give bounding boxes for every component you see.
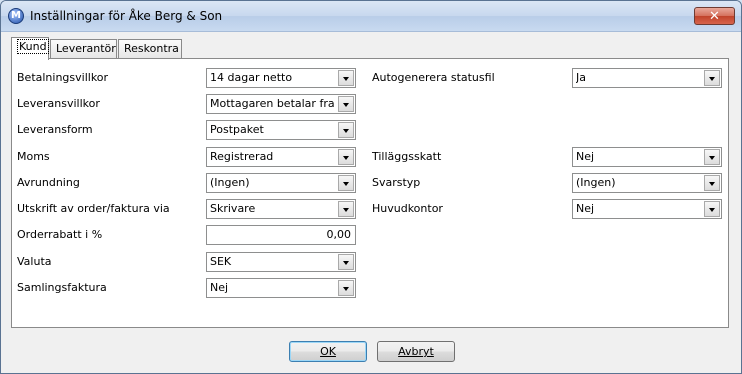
chevron-down-icon[interactable] <box>338 175 354 191</box>
ok-button[interactable]: OK <box>289 341 367 362</box>
label-tillaggsskatt: Tilläggsskatt <box>372 150 442 163</box>
valuta-select[interactable]: SEK <box>206 252 356 272</box>
leveransvillkor-value: Mottagaren betalar fraktko <box>210 97 335 110</box>
betalningsvillkor-value: 14 dagar netto <box>210 71 293 84</box>
chevron-down-icon[interactable] <box>338 70 354 86</box>
label-leveransform: Leveransform <box>17 123 93 136</box>
tillaggsskatt-value: Nej <box>576 150 595 163</box>
orderrabatt-input[interactable]: 0,00 <box>206 225 356 245</box>
chevron-down-icon[interactable] <box>338 122 354 138</box>
leveransform-value: Postpaket <box>210 123 264 136</box>
tillaggsskatt-select[interactable]: Nej <box>572 147 722 167</box>
window-title: Inställningar för Åke Berg & Son <box>30 9 223 23</box>
betalningsvillkor-select[interactable]: 14 dagar netto <box>206 68 356 88</box>
utskrift-select[interactable]: Skrivare <box>206 199 356 219</box>
label-autogenerera-statusfil: Autogenerera statusfil <box>372 71 495 84</box>
avrundning-select[interactable]: (Ingen) <box>206 173 356 193</box>
leveransvillkor-select[interactable]: Mottagaren betalar fraktko <box>206 94 356 114</box>
cancel-button[interactable]: Avbryt <box>377 341 455 362</box>
tab-panel-kund: Betalningsvillkor 14 dagar netto Leveran… <box>11 58 729 328</box>
settings-dialog: M Inställningar för Åke Berg & Son ✕ Kun… <box>0 0 742 374</box>
chevron-down-icon[interactable] <box>704 70 720 86</box>
huvudkontor-select[interactable]: Nej <box>572 199 722 219</box>
chevron-down-icon[interactable] <box>704 201 720 217</box>
utskrift-value: Skrivare <box>210 202 256 215</box>
svarstyp-select[interactable]: (Ingen) <box>572 173 722 193</box>
autogenerera-statusfil-select[interactable]: Ja <box>572 68 722 88</box>
moms-select[interactable]: Registrerad <box>206 147 356 167</box>
chevron-down-icon[interactable] <box>338 149 354 165</box>
avrundning-value: (Ingen) <box>210 176 250 189</box>
moms-value: Registrerad <box>210 150 274 163</box>
label-moms: Moms <box>17 150 50 163</box>
cancel-button-label: Avbryt <box>398 345 434 358</box>
autogenerera-statusfil-value: Ja <box>576 71 586 84</box>
app-icon: M <box>8 8 24 24</box>
title-bar[interactable]: M Inställningar för Åke Berg & Son ✕ <box>1 1 741 32</box>
chevron-down-icon[interactable] <box>704 175 720 191</box>
label-huvudkontor: Huvudkontor <box>372 202 443 215</box>
chevron-down-icon[interactable] <box>704 149 720 165</box>
ok-button-label: OK <box>320 345 336 358</box>
label-valuta: Valuta <box>17 255 52 268</box>
chevron-down-icon[interactable] <box>338 96 354 112</box>
valuta-value: SEK <box>210 255 232 268</box>
svarstyp-value: (Ingen) <box>576 176 616 189</box>
close-button[interactable]: ✕ <box>694 7 735 25</box>
label-utskrift: Utskrift av order/faktura via <box>17 202 170 215</box>
tab-kund-label: Kund <box>17 39 49 54</box>
tab-reskontra[interactable]: Reskontra <box>118 39 182 58</box>
samlingsfaktura-select[interactable]: Nej <box>206 278 356 298</box>
label-orderrabatt: Orderrabatt i % <box>17 228 103 241</box>
samlingsfaktura-value: Nej <box>210 281 229 294</box>
label-svarstyp: Svarstyp <box>372 176 421 189</box>
label-avrundning: Avrundning <box>17 176 80 189</box>
tab-kund[interactable]: Kund <box>11 37 49 60</box>
chevron-down-icon[interactable] <box>338 280 354 296</box>
chevron-down-icon[interactable] <box>338 254 354 270</box>
leveransform-select[interactable]: Postpaket <box>206 120 356 140</box>
label-leveransvillkor: Leveransvillkor <box>17 97 100 110</box>
label-samlingsfaktura: Samlingsfaktura <box>17 281 107 294</box>
chevron-down-icon[interactable] <box>338 201 354 217</box>
huvudkontor-value: Nej <box>576 202 595 215</box>
tab-leverantor[interactable]: Leverantör <box>50 39 117 58</box>
label-betalningsvillkor: Betalningsvillkor <box>17 71 109 84</box>
